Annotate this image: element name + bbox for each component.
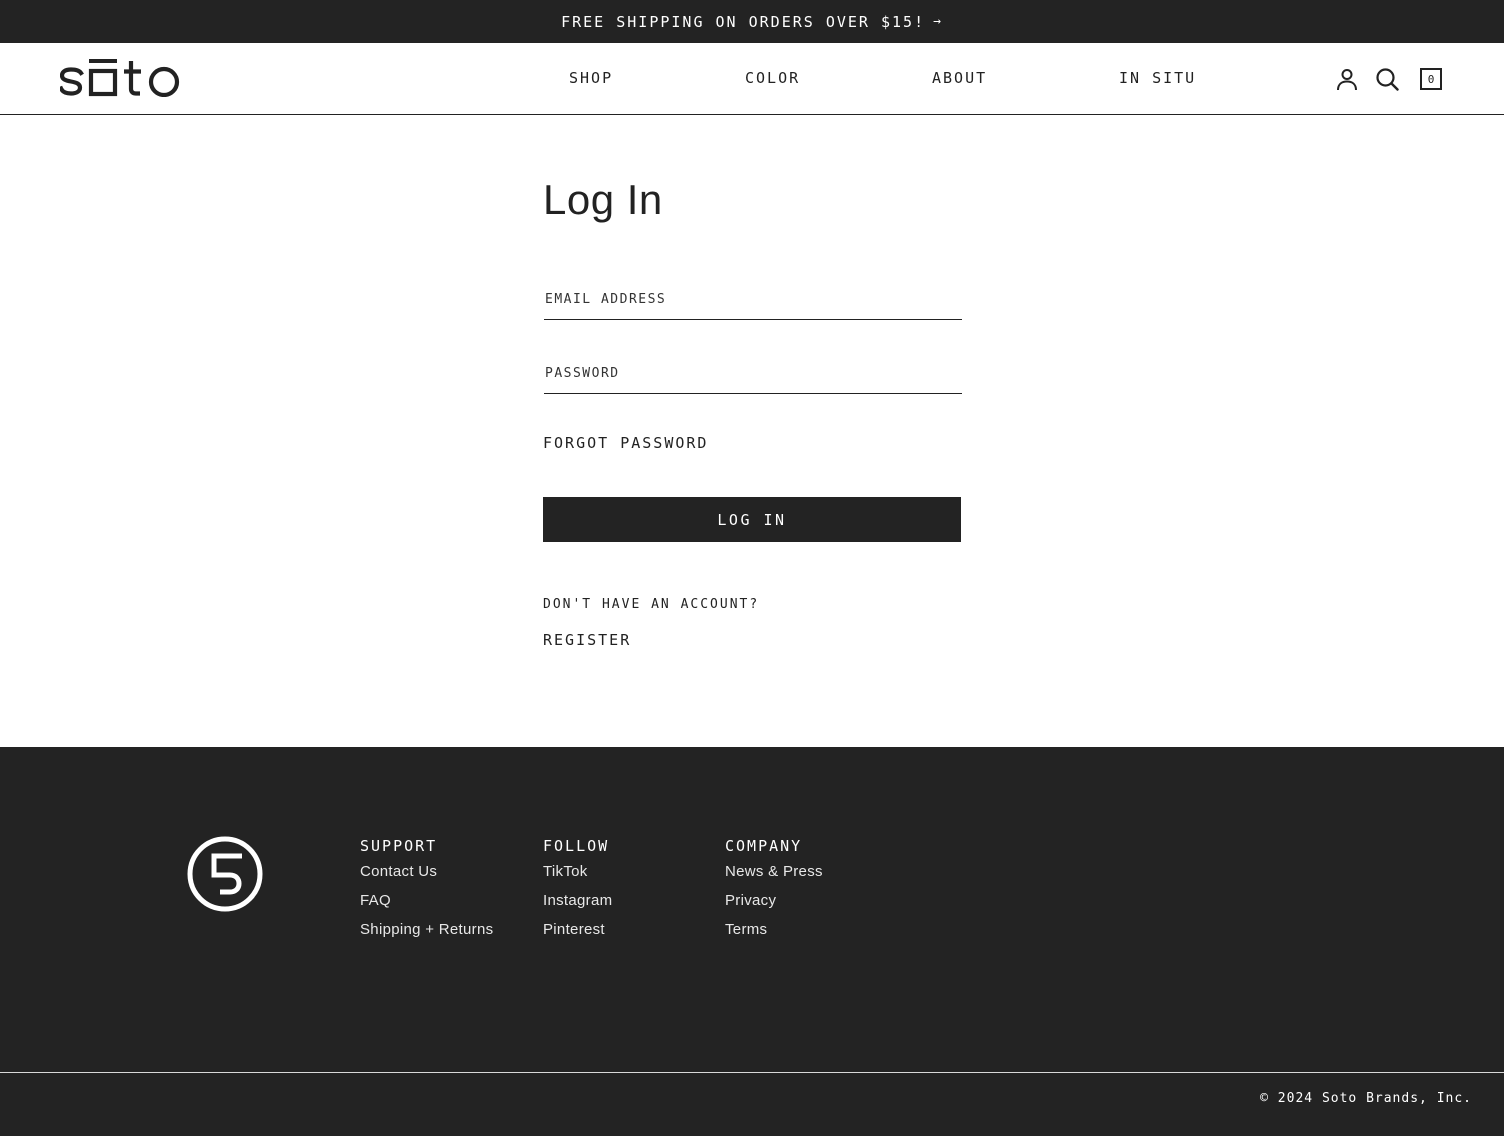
- footer-link-tiktok[interactable]: TikTok: [543, 863, 612, 892]
- site-footer: SUPPORT Contact Us FAQ Shipping + Return…: [0, 747, 1504, 1136]
- account-icon[interactable]: [1335, 67, 1359, 91]
- register-link[interactable]: REGISTER: [543, 631, 631, 649]
- footer-heading-support: SUPPORT: [360, 837, 438, 855]
- forgot-password-link[interactable]: FORGOT PASSWORD: [543, 434, 708, 452]
- footer-link-pinterest[interactable]: Pinterest: [543, 921, 612, 950]
- nav-in-situ[interactable]: IN SITU: [1119, 69, 1196, 87]
- nav-color[interactable]: COLOR: [745, 69, 800, 87]
- page-title: Log In: [543, 176, 663, 223]
- search-icon[interactable]: [1375, 67, 1399, 91]
- footer-divider: [0, 1072, 1504, 1073]
- cart-count: 0: [1427, 72, 1435, 86]
- nav-about[interactable]: ABOUT: [932, 69, 987, 87]
- soto-5-badge-icon: [187, 836, 263, 912]
- footer-link-privacy[interactable]: Privacy: [725, 892, 823, 921]
- footer-link-shipping-returns[interactable]: Shipping + Returns: [360, 921, 493, 950]
- footer-link-faq[interactable]: FAQ: [360, 892, 493, 921]
- footer-column-follow: FOLLOW TikTok Instagram Pinterest: [543, 837, 612, 950]
- footer-link-contact-us[interactable]: Contact Us: [360, 863, 493, 892]
- arrow-right-icon: →: [933, 14, 943, 29]
- no-account-text: DON'T HAVE AN ACCOUNT?: [543, 597, 760, 612]
- nav-shop[interactable]: SHOP: [569, 69, 613, 87]
- login-button[interactable]: LOG IN: [543, 497, 961, 542]
- footer-column-company: COMPANY News & Press Privacy Terms: [725, 837, 823, 950]
- footer-heading-company: COMPANY: [725, 837, 803, 855]
- announcement-bar[interactable]: FREE SHIPPING ON ORDERS OVER $15! →: [0, 0, 1504, 43]
- footer-link-instagram[interactable]: Instagram: [543, 892, 612, 921]
- cart-icon[interactable]: 0: [1420, 68, 1442, 90]
- email-field[interactable]: [544, 280, 962, 320]
- password-field[interactable]: [544, 354, 962, 394]
- footer-link-terms[interactable]: Terms: [725, 921, 823, 950]
- soto-logo[interactable]: [60, 59, 184, 97]
- announcement-text: FREE SHIPPING ON ORDERS OVER $15!: [561, 12, 926, 31]
- site-header: SHOP COLOR ABOUT IN SITU 0: [0, 43, 1504, 115]
- footer-link-news-press[interactable]: News & Press: [725, 863, 823, 892]
- footer-heading-follow: FOLLOW: [543, 837, 610, 855]
- copyright-text: © 2024 Soto Brands, Inc.: [1260, 1091, 1472, 1106]
- footer-column-support: SUPPORT Contact Us FAQ Shipping + Return…: [360, 837, 493, 950]
